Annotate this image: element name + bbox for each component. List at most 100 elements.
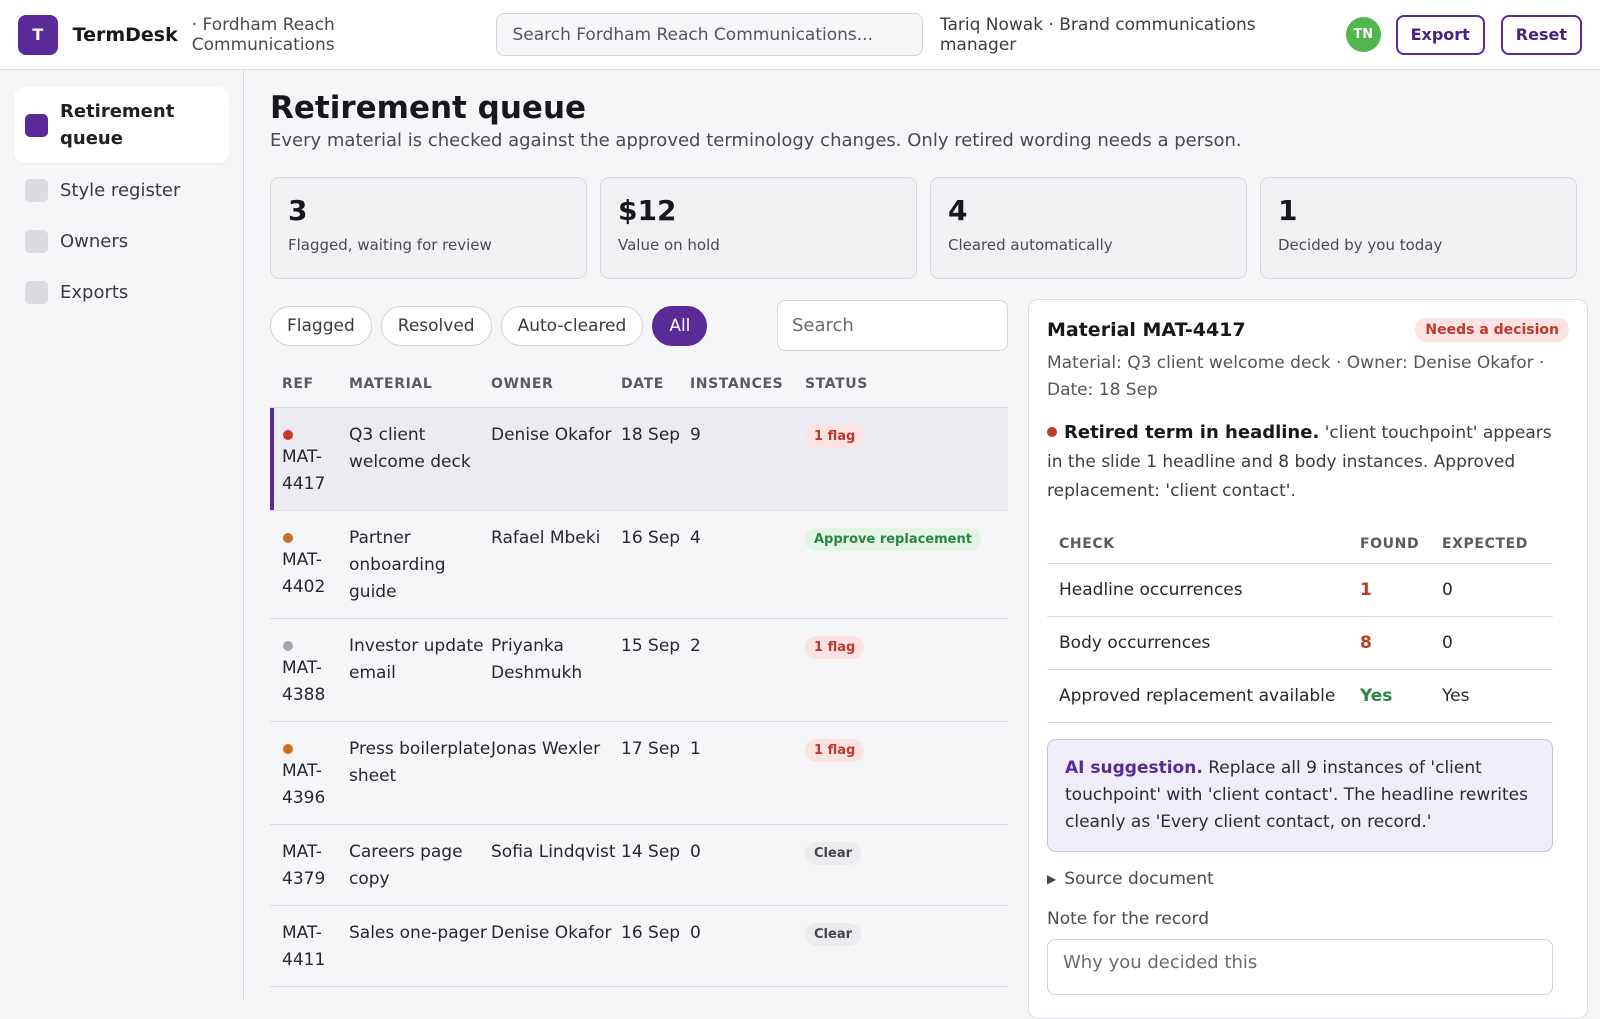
stat-label: Flagged, waiting for review (288, 236, 492, 254)
status-badge: Clear (805, 842, 861, 865)
table-row[interactable]: MAT-4379 Careers page copy Sofia Lindqvi… (270, 825, 1008, 906)
filter-auto-cleared[interactable]: Auto-cleared (500, 306, 644, 346)
source-document-label: Source document (1064, 869, 1214, 889)
row-date: 16 Sep (621, 923, 681, 943)
priority-dot-icon (283, 533, 293, 543)
sidebar-item-label: Style register (60, 179, 181, 201)
filter-all[interactable]: All (652, 306, 708, 346)
row-instances: 2 (690, 636, 701, 656)
status-badge: 1 flag (805, 425, 865, 448)
stat-card-value-on-hold: $12 Value on hold (600, 177, 917, 279)
column-header-date[interactable]: DATE (621, 376, 690, 392)
row-ref: MAT-4417 (270, 408, 349, 510)
row-owner: Sofia Lindqvist (491, 842, 616, 862)
status-badge: Approve replacement (805, 528, 981, 551)
column-header-ref[interactable]: REF (270, 376, 349, 392)
row-ref: MAT-4379 (282, 842, 326, 889)
app-name: TermDesk (72, 23, 178, 46)
priority-dot-icon (283, 744, 293, 754)
row-status: Clear (805, 825, 1008, 905)
stat-value: $12 (618, 194, 677, 227)
app-logo: T (18, 14, 58, 55)
export-button[interactable]: Export (1395, 14, 1485, 55)
status-badge: Needs a decision (1415, 318, 1569, 342)
check-row: Approved replacement available Yes Yes (1047, 670, 1553, 723)
stat-cards: 3 Flagged, waiting for review $12 Value … (270, 177, 1577, 279)
checks-header: CHECK FOUND EXPECTED (1047, 524, 1553, 564)
page-title: Retirement queue (270, 90, 587, 126)
column-header-owner[interactable]: OWNER (491, 376, 621, 392)
exports-icon (25, 280, 48, 304)
avatar[interactable]: TN (1345, 17, 1381, 52)
check-name: Body occurrences (1059, 633, 1211, 653)
register-icon (25, 178, 48, 202)
organization-name: · Fordham Reach Communications (191, 14, 335, 55)
detail-issue: Retired term in headline. 'client touchp… (1047, 418, 1569, 506)
check-name: Headline occurrences (1059, 580, 1243, 600)
table-row[interactable]: MAT-4402 Partner onboarding guide Rafael… (270, 511, 1008, 619)
sidebar: Retirement queue Style register Owners E… (0, 70, 244, 1000)
row-status: Clear (805, 906, 1008, 986)
status-badge: 1 flag (805, 739, 865, 762)
row-ref: MAT-4396 (270, 722, 349, 824)
ai-suggestion: AI suggestion. Replace all 9 instances o… (1047, 739, 1553, 852)
table-row[interactable]: MAT-4396 Press boilerplate sheet Jonas W… (270, 722, 1008, 825)
row-owner: Denise Okafor (491, 425, 612, 445)
stat-card-decided: 1 Decided by you today (1260, 177, 1577, 279)
disclosure-triangle-icon: ▶ (1047, 872, 1057, 886)
column-header-expected: EXPECTED (1442, 535, 1528, 552)
stat-value: 3 (288, 194, 308, 227)
table-row[interactable]: MAT-4411 Sales one-pager Denise Okafor 1… (270, 906, 1008, 987)
row-date: 15 Sep (621, 636, 681, 656)
detail-header: Material MAT-4417 Needs a decision (1047, 318, 1569, 342)
row-instances: 4 (690, 528, 701, 548)
check-row: Headline occurrences 1 0 (1047, 564, 1553, 617)
status-badge: 1 flag (805, 636, 865, 659)
row-ref: MAT-4402 (270, 511, 349, 618)
reset-button[interactable]: Reset (1500, 14, 1582, 55)
note-label: Note for the record (1047, 909, 1210, 929)
detail-panel: Material MAT-4417 Needs a decision Mater… (1028, 299, 1588, 1019)
column-header-material[interactable]: MATERIAL (349, 376, 491, 392)
table-row[interactable]: MAT-4388 Investor update email Priyanka … (270, 619, 1008, 722)
detail-title: Material MAT-4417 (1047, 319, 1246, 341)
check-found: 1 (1360, 580, 1372, 600)
column-header-status[interactable]: STATUS (805, 376, 1008, 392)
note-input[interactable]: Why you decided this (1047, 939, 1553, 995)
column-header-instances[interactable]: INSTANCES (690, 376, 805, 392)
stat-value: 1 (1278, 194, 1298, 227)
sidebar-item-owners[interactable]: Owners (14, 217, 229, 265)
current-user: Tariq Nowak · Brand communications manag… (939, 14, 1256, 55)
sidebar-item-retirement-queue[interactable]: Retirement queue (14, 87, 229, 163)
row-material: Press boilerplate sheet (349, 739, 491, 786)
row-owner: Jonas Wexler (491, 739, 601, 759)
filter-flagged[interactable]: Flagged (270, 306, 372, 346)
row-material: Partner onboarding guide (349, 528, 446, 602)
table-search-input[interactable]: Search (777, 300, 1008, 351)
row-material: Q3 client welcome deck (349, 425, 471, 472)
sidebar-item-style-register[interactable]: Style register (14, 166, 229, 214)
row-instances: 9 (690, 425, 701, 445)
source-document-toggle[interactable]: ▶ Source document (1047, 869, 1569, 889)
global-search-input[interactable]: Search Fordham Reach Communications... (496, 13, 923, 56)
ai-suggestion-label: AI suggestion. (1065, 758, 1203, 778)
row-material: Sales one-pager (349, 923, 487, 943)
table-row[interactable]: MAT-4417 Q3 client welcome deck Denise O… (270, 408, 1008, 511)
row-ref: MAT-4411 (282, 923, 326, 970)
filter-resolved[interactable]: Resolved (380, 306, 492, 346)
sidebar-item-exports[interactable]: Exports (14, 268, 229, 316)
table-header: REF MATERIAL OWNER DATE INSTANCES STATUS (270, 360, 1008, 408)
row-date: 14 Sep (621, 842, 681, 862)
alert-dot-icon (1047, 427, 1057, 437)
stat-label: Decided by you today (1278, 236, 1443, 254)
row-ref: MAT-4388 (270, 619, 349, 721)
row-owner: Priyanka Deshmukh (491, 636, 583, 683)
check-name: Approved replacement available (1059, 686, 1336, 706)
check-row: Body occurrences 8 0 (1047, 617, 1553, 670)
row-instances: 0 (690, 923, 701, 943)
row-date: 16 Sep (621, 528, 681, 548)
main-content: Retirement queue Every material is check… (244, 70, 1600, 1019)
top-bar: T TermDesk · Fordham Reach Communication… (0, 0, 1600, 70)
stat-label: Value on hold (618, 236, 720, 254)
column-header-found: FOUND (1360, 535, 1420, 552)
